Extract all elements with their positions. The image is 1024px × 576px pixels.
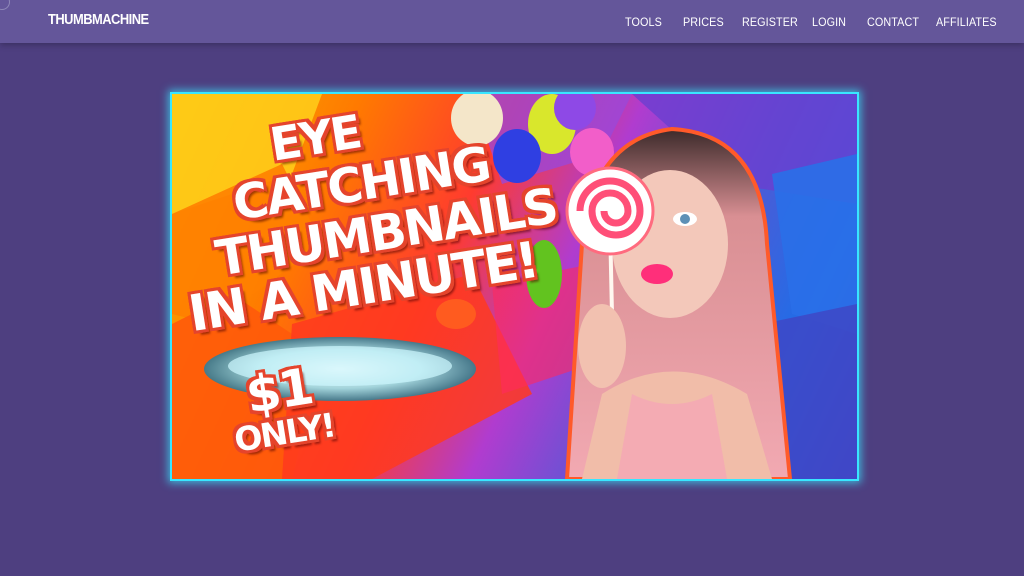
nav-link-tools[interactable]: TOOLS xyxy=(625,15,662,29)
hero-banner: EYE CATCHING THUMBNAILS IN A MINUTE! $1 … xyxy=(170,92,859,481)
nav-link-affiliates[interactable]: AFFILIATES xyxy=(936,15,997,29)
top-navigation-bar: THUMBMACHINE TOOLS PRICES REGISTER LOGIN… xyxy=(0,0,1024,43)
nav-link-register[interactable]: REGISTER xyxy=(742,15,798,29)
nav-link-prices[interactable]: PRICES xyxy=(683,15,724,29)
nav-link-contact[interactable]: CONTACT xyxy=(867,15,919,29)
nav-link-login[interactable]: LOGIN xyxy=(812,15,846,29)
main-nav: TOOLS PRICES REGISTER LOGIN CONTACT AFFI… xyxy=(0,0,1024,43)
